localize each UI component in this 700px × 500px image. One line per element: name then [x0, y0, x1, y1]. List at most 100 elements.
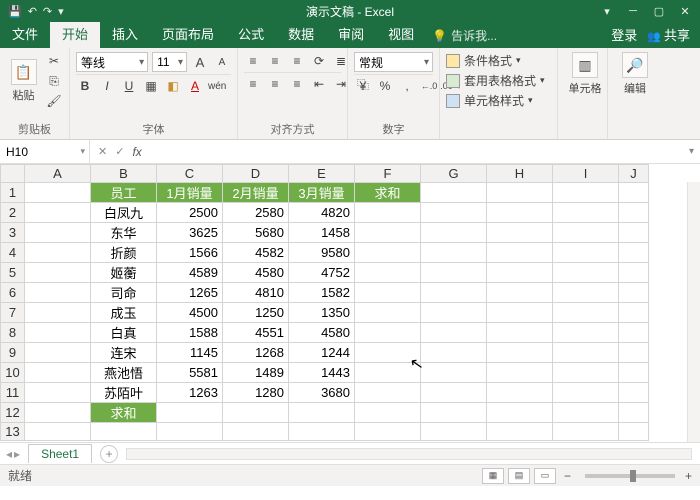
align-center-button[interactable]: ≡	[266, 75, 284, 93]
sheet-tab[interactable]: Sheet1	[28, 444, 92, 463]
grow-font-button[interactable]: A	[191, 53, 209, 71]
redo-icon[interactable]: ↷	[43, 5, 52, 18]
font-size-select[interactable]: 11	[152, 52, 187, 72]
currency-button[interactable]: ¥	[354, 77, 372, 95]
italic-button[interactable]: I	[98, 77, 116, 95]
save-icon[interactable]: 💾	[8, 5, 22, 18]
align-top-button[interactable]: ≡	[244, 52, 262, 70]
close-icon[interactable]: ✕	[674, 5, 696, 18]
sheet-nav-next-icon[interactable]: ▸	[14, 447, 20, 461]
row-header[interactable]: 4	[1, 243, 25, 263]
tab-file[interactable]: 文件	[0, 19, 50, 48]
cond-format-icon	[446, 54, 460, 68]
group-styles: 条件格式▾ 套用表格格式▾ 单元格样式▾	[440, 48, 558, 139]
row-header[interactable]: 8	[1, 323, 25, 343]
cut-button[interactable]: ✂	[45, 52, 63, 70]
sheet-tab-bar: ◂ ▸ Sheet1 +	[0, 442, 700, 464]
fx-icon[interactable]: fx	[132, 145, 147, 159]
col-header[interactable]: A	[25, 165, 91, 183]
tab-insert[interactable]: 插入	[100, 19, 150, 48]
lightbulb-icon: 💡	[432, 29, 447, 43]
tab-formulas[interactable]: 公式	[226, 19, 276, 48]
horizontal-scrollbar[interactable]	[126, 448, 692, 460]
row-header[interactable]: 2	[1, 203, 25, 223]
zoom-in-button[interactable]: +	[685, 469, 692, 483]
maximize-icon[interactable]: ▢	[648, 5, 670, 18]
group-label-number: 数字	[354, 119, 433, 137]
comma-button[interactable]: ,	[398, 77, 416, 95]
share-button[interactable]: 👥 共享	[647, 25, 690, 44]
align-right-button[interactable]: ≡	[288, 75, 306, 93]
tab-view[interactable]: 视图	[376, 19, 426, 48]
col-header[interactable]: C	[157, 165, 223, 183]
login-link[interactable]: 登录	[611, 25, 637, 44]
col-header[interactable]: J	[619, 165, 649, 183]
conditional-format-button[interactable]: 条件格式▾	[446, 52, 551, 69]
row-header[interactable]: 10	[1, 363, 25, 383]
qat-more-icon[interactable]: ▾	[58, 5, 64, 18]
tab-review[interactable]: 审阅	[326, 19, 376, 48]
underline-button[interactable]: U	[120, 77, 138, 95]
row-header[interactable]: 1	[1, 183, 25, 203]
number-format-select[interactable]: 常规	[354, 52, 433, 72]
name-box[interactable]: H10	[0, 140, 90, 163]
row-header[interactable]: 3	[1, 223, 25, 243]
col-header[interactable]: F	[355, 165, 421, 183]
group-label-clipboard: 剪贴板	[6, 119, 63, 137]
indent-dec-button[interactable]: ⇤	[310, 75, 328, 93]
ribbon-options-icon[interactable]: ▾	[596, 5, 618, 18]
format-painter-button[interactable]: 🖌	[45, 92, 63, 110]
col-header[interactable]: H	[487, 165, 553, 183]
vertical-scrollbar[interactable]	[687, 182, 700, 442]
zoom-slider[interactable]	[585, 474, 675, 478]
col-header[interactable]: G	[421, 165, 487, 183]
tab-layout[interactable]: 页面布局	[150, 19, 226, 48]
enter-formula-icon[interactable]: ✓	[115, 145, 124, 158]
col-header[interactable]: B	[91, 165, 157, 183]
increase-decimal-button[interactable]: ←.0	[420, 77, 438, 95]
page-layout-view-button[interactable]: ▤	[508, 468, 530, 484]
row-header[interactable]: 12	[1, 403, 25, 423]
tab-home[interactable]: 开始	[50, 19, 100, 48]
border-button[interactable]: ▦	[142, 77, 160, 95]
undo-icon[interactable]: ↶	[28, 5, 37, 18]
row-header[interactable]: 13	[1, 423, 25, 441]
font-name-select[interactable]: 等线	[76, 52, 148, 72]
cancel-formula-icon[interactable]: ✕	[98, 145, 107, 158]
font-color-button[interactable]: A	[186, 77, 204, 95]
row-header[interactable]: 9	[1, 343, 25, 363]
row-header[interactable]: 11	[1, 383, 25, 403]
expand-formula-bar-icon[interactable]: ▾	[683, 146, 700, 157]
tell-me[interactable]: 💡 告诉我...	[432, 27, 497, 48]
format-as-table-button[interactable]: 套用表格格式▾	[446, 72, 551, 89]
bold-button[interactable]: B	[76, 77, 94, 95]
align-left-button[interactable]: ≡	[244, 75, 262, 93]
worksheet-grid[interactable]: A B C D E F G H I J 1员工1月销量2月销量3月销量求和 2白…	[0, 164, 700, 442]
minimize-icon[interactable]: ─	[622, 5, 644, 18]
col-header[interactable]: D	[223, 165, 289, 183]
row-header[interactable]: 5	[1, 263, 25, 283]
paste-button[interactable]: 📋 粘贴	[6, 59, 41, 103]
add-sheet-button[interactable]: +	[100, 445, 118, 463]
sheet-nav-prev-icon[interactable]: ◂	[6, 447, 12, 461]
shrink-font-button[interactable]: A	[213, 53, 231, 71]
col-header[interactable]: E	[289, 165, 355, 183]
tab-data[interactable]: 数据	[276, 19, 326, 48]
phonetic-button[interactable]: wén	[208, 77, 226, 95]
align-middle-button[interactable]: ≡	[266, 52, 284, 70]
row-header[interactable]: 6	[1, 283, 25, 303]
row-header[interactable]: 7	[1, 303, 25, 323]
percent-button[interactable]: %	[376, 77, 394, 95]
normal-view-button[interactable]: ▦	[482, 468, 504, 484]
zoom-out-button[interactable]: −	[560, 469, 575, 483]
cell-styles-button[interactable]: 单元格样式▾	[446, 92, 551, 109]
select-all-corner[interactable]	[1, 165, 25, 183]
col-header[interactable]: I	[553, 165, 619, 183]
page-break-view-button[interactable]: ▭	[534, 468, 556, 484]
copy-button[interactable]: ⎘	[45, 72, 63, 90]
fill-color-button[interactable]: ◧	[164, 77, 182, 95]
cells-button[interactable]: ▥ 单元格	[564, 52, 606, 96]
orientation-button[interactable]: ⟳	[310, 52, 328, 70]
find-button[interactable]: 🔎 编辑	[614, 52, 656, 96]
align-bottom-button[interactable]: ≡	[288, 52, 306, 70]
